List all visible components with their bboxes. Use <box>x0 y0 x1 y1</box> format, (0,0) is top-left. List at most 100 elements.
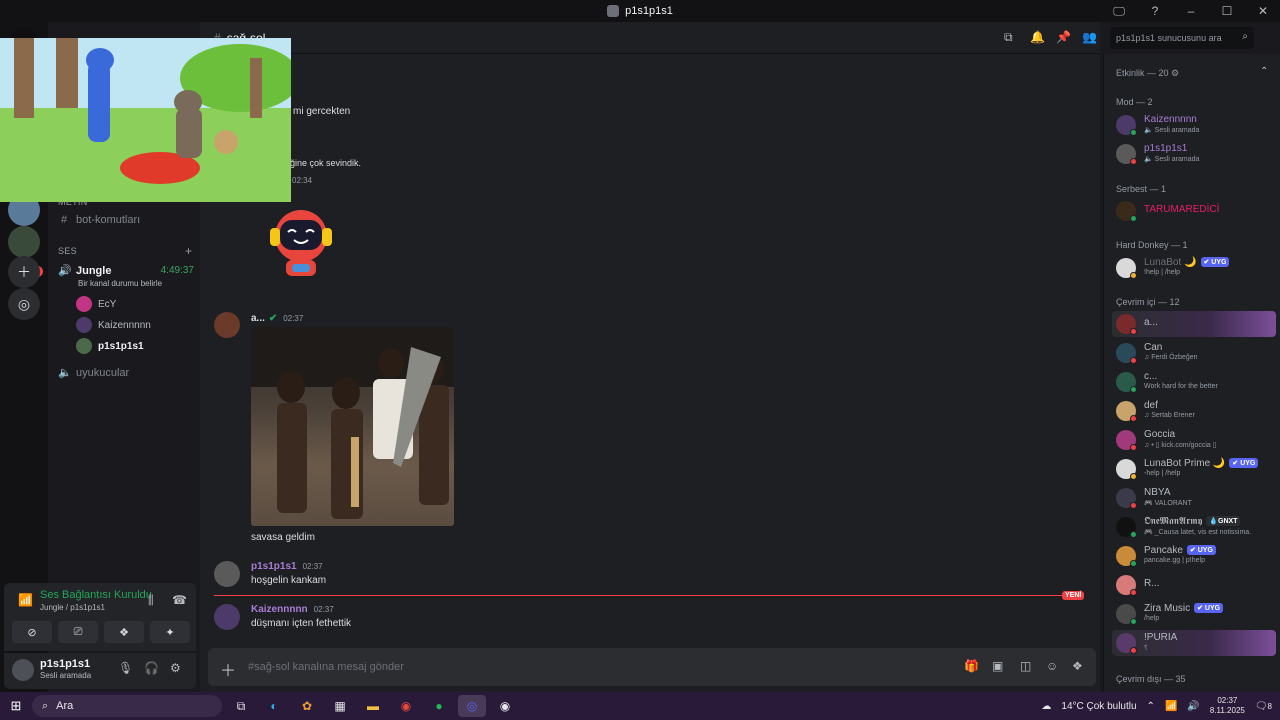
member-row[interactable]: Pancake ✔ UYG pancake.gg | p!help <box>1112 543 1276 569</box>
voice-channel-uyukucular[interactable]: 🔈 uyukucular <box>58 366 194 380</box>
windows-start-icon[interactable]: ⊞ <box>0 698 32 714</box>
member-list-icon[interactable]: 👥 <box>1082 30 1097 44</box>
microphone-icon[interactable]: 🎙 <box>118 661 133 675</box>
search-label: Ara <box>56 700 74 712</box>
add-server-icon[interactable]: ＋ <box>8 256 40 288</box>
screen-share-button[interactable]: ⎚ <box>58 621 98 643</box>
attached-image[interactable] <box>251 327 454 526</box>
guild-tag: 💧GNXT <box>1206 516 1241 526</box>
clock-date: 8.11.2025 <box>1209 706 1245 715</box>
discord-icon[interactable]: ◎ <box>458 695 486 717</box>
member-row[interactable]: Zira Music ✔ UYG /help <box>1112 601 1276 627</box>
settings-icon[interactable]: ⚙ <box>170 661 181 675</box>
help-icon[interactable]: ? <box>1148 4 1162 18</box>
channel-status-hint[interactable]: Bir kanal durumu belirle <box>78 279 162 288</box>
message-author[interactable]: p1s1p1s1 <box>251 561 297 572</box>
minimize-button[interactable]: – <box>1184 4 1198 18</box>
voice-section-header[interactable]: SES <box>58 246 77 256</box>
voice-channel-path[interactable]: Jungle / p1s1p1s1 <box>40 603 105 612</box>
server-folder[interactable] <box>8 226 40 258</box>
headphones-icon[interactable]: 🎧 <box>144 661 159 675</box>
member-row[interactable]: NBYA 🎮 VALORANT <box>1112 485 1276 511</box>
search-input[interactable] <box>1116 31 1236 45</box>
member-row[interactable]: !PURIA ⸮ <box>1112 630 1276 656</box>
weather-text[interactable]: 14°C Çok bulutlu <box>1061 701 1136 712</box>
member-row[interactable]: Can ♫ Ferdi Özbeğen <box>1112 340 1276 366</box>
notification-icon[interactable]: 🗨8 <box>1255 701 1272 712</box>
member-row[interactable]: Kaizennnnn 🔈 Sesli aramada <box>1112 112 1276 138</box>
chrome-icon[interactable]: ◉ <box>392 695 420 717</box>
taskbar-search[interactable]: ⌕ Ara <box>32 695 222 717</box>
wifi-icon[interactable]: 📶 <box>1165 701 1177 712</box>
system-tray: ☁ 14°C Çok bulutlu ⌃ 📶 🔊 02:37 8.11.2025… <box>1041 692 1272 720</box>
message-author[interactable]: a... <box>251 313 265 324</box>
task-view-icon[interactable]: ⧉ <box>227 695 255 717</box>
channel-name: Jungle <box>76 264 112 277</box>
member-row[interactable]: LunaBot 🌙 ✔ UYG !help | /help <box>1112 255 1276 281</box>
maximize-button[interactable]: ☐ <box>1220 4 1234 18</box>
status-dot <box>1130 215 1137 222</box>
store-icon[interactable]: ▦ <box>326 695 354 717</box>
member-row[interactable]: a... <box>1112 311 1276 337</box>
member-row[interactable]: TARUMAREDİCİ <box>1112 198 1276 224</box>
member-name: Pancake ✔ UYG <box>1144 545 1216 556</box>
sticker-icon[interactable]: ◫ <box>1020 659 1031 673</box>
user-avatar[interactable] <box>12 659 34 681</box>
inbox-icon[interactable]: 🖵 <box>1112 4 1126 19</box>
attach-plus-icon[interactable]: ＋ <box>220 657 236 681</box>
avatar[interactable] <box>214 312 240 338</box>
speaker-icon: 🔈 <box>58 367 72 379</box>
activities-button[interactable]: ❖ <box>104 621 144 643</box>
notification-bell-icon[interactable]: 🔔 <box>1030 30 1045 44</box>
edge-icon[interactable]: ◐ <box>260 695 288 717</box>
gif-icon[interactable]: ▣ <box>992 659 1003 673</box>
apps-icon[interactable]: ❖ <box>1072 659 1083 673</box>
gift-icon[interactable]: 🎁 <box>964 659 979 673</box>
disconnect-icon[interactable]: ☎ <box>172 593 187 607</box>
status-dot <box>1130 272 1137 279</box>
picture-in-picture-video[interactable] <box>0 38 291 202</box>
member-row[interactable]: LunaBot Prime 🌙 ✔ UYG -help | /help <box>1112 456 1276 482</box>
member-row[interactable]: 𝕺𝖓𝖊𝕸𝖆𝖓𝕬𝖗𝖒𝖞 💧GNXT 🎮 _Causa latet, vis est … <box>1112 514 1276 540</box>
member-row[interactable]: R... <box>1112 572 1276 598</box>
pin-icon[interactable]: 📌 <box>1056 30 1071 44</box>
clock[interactable]: 02:37 8.11.2025 <box>1210 696 1245 716</box>
activity-header[interactable]: Etkinlik — 20 ⚙ <box>1116 68 1179 79</box>
add-channel-icon[interactable]: + <box>185 244 192 258</box>
discover-icon[interactable]: ◎ <box>8 288 40 320</box>
discord-alt-icon[interactable]: ◉ <box>491 695 519 717</box>
avatar[interactable] <box>214 604 240 630</box>
message-input[interactable] <box>248 657 848 677</box>
member-activity: ⸮ <box>1144 645 1148 652</box>
file-explorer-icon[interactable]: ▬ <box>359 695 387 717</box>
member-row[interactable]: p1s1p1s1 🔈 Sesli aramada <box>1112 141 1276 167</box>
soundboard-button[interactable]: ✦ <box>150 621 190 643</box>
member-row[interactable]: Goccia ♫ • ▯ kick.com/goccia ▯ <box>1112 427 1276 453</box>
voice-user[interactable]: Kaizennnnn <box>76 317 151 333</box>
voice-channel-jungle[interactable]: 🔊 Jungle 4:49:37 <box>58 264 194 278</box>
avatar[interactable] <box>214 561 240 587</box>
spotify-icon[interactable]: ● <box>425 695 453 717</box>
camera-off-button[interactable]: ⊘ <box>12 621 52 643</box>
status-dot <box>1130 158 1137 165</box>
volume-icon[interactable]: 🔊 <box>1187 701 1199 712</box>
new-messages-divider <box>214 595 1084 596</box>
voice-user[interactable]: EcY <box>76 296 116 312</box>
close-button[interactable]: ✕ <box>1256 4 1270 18</box>
threads-icon[interactable]: ⧉ <box>1004 30 1013 45</box>
message-author[interactable]: Kaizennnnn <box>251 604 308 615</box>
user-name[interactable]: p1s1p1s1 <box>40 658 90 670</box>
voice-connected-label[interactable]: Ses Bağlantısı Kuruldu <box>40 589 152 601</box>
member-row[interactable]: def ♫ Sertab Erener <box>1112 398 1276 424</box>
status-dot <box>1130 415 1137 422</box>
chevron-up-icon[interactable]: ⌃ <box>1147 701 1155 712</box>
noise-suppression-icon[interactable]: ⫼ <box>148 593 154 608</box>
member-name: a... <box>1144 317 1158 328</box>
robot-sticker <box>256 202 346 282</box>
voice-user[interactable]: p1s1p1s1 <box>76 338 144 354</box>
channel-bot-komutlari[interactable]: # bot-komutları <box>58 214 194 226</box>
emoji-icon[interactable]: ☺ <box>1046 659 1058 673</box>
chevron-up-icon[interactable]: ⌃ <box>1260 66 1268 77</box>
member-row[interactable]: c... Work hard for the better <box>1112 369 1276 395</box>
copilot-icon[interactable]: ✿ <box>293 695 321 717</box>
